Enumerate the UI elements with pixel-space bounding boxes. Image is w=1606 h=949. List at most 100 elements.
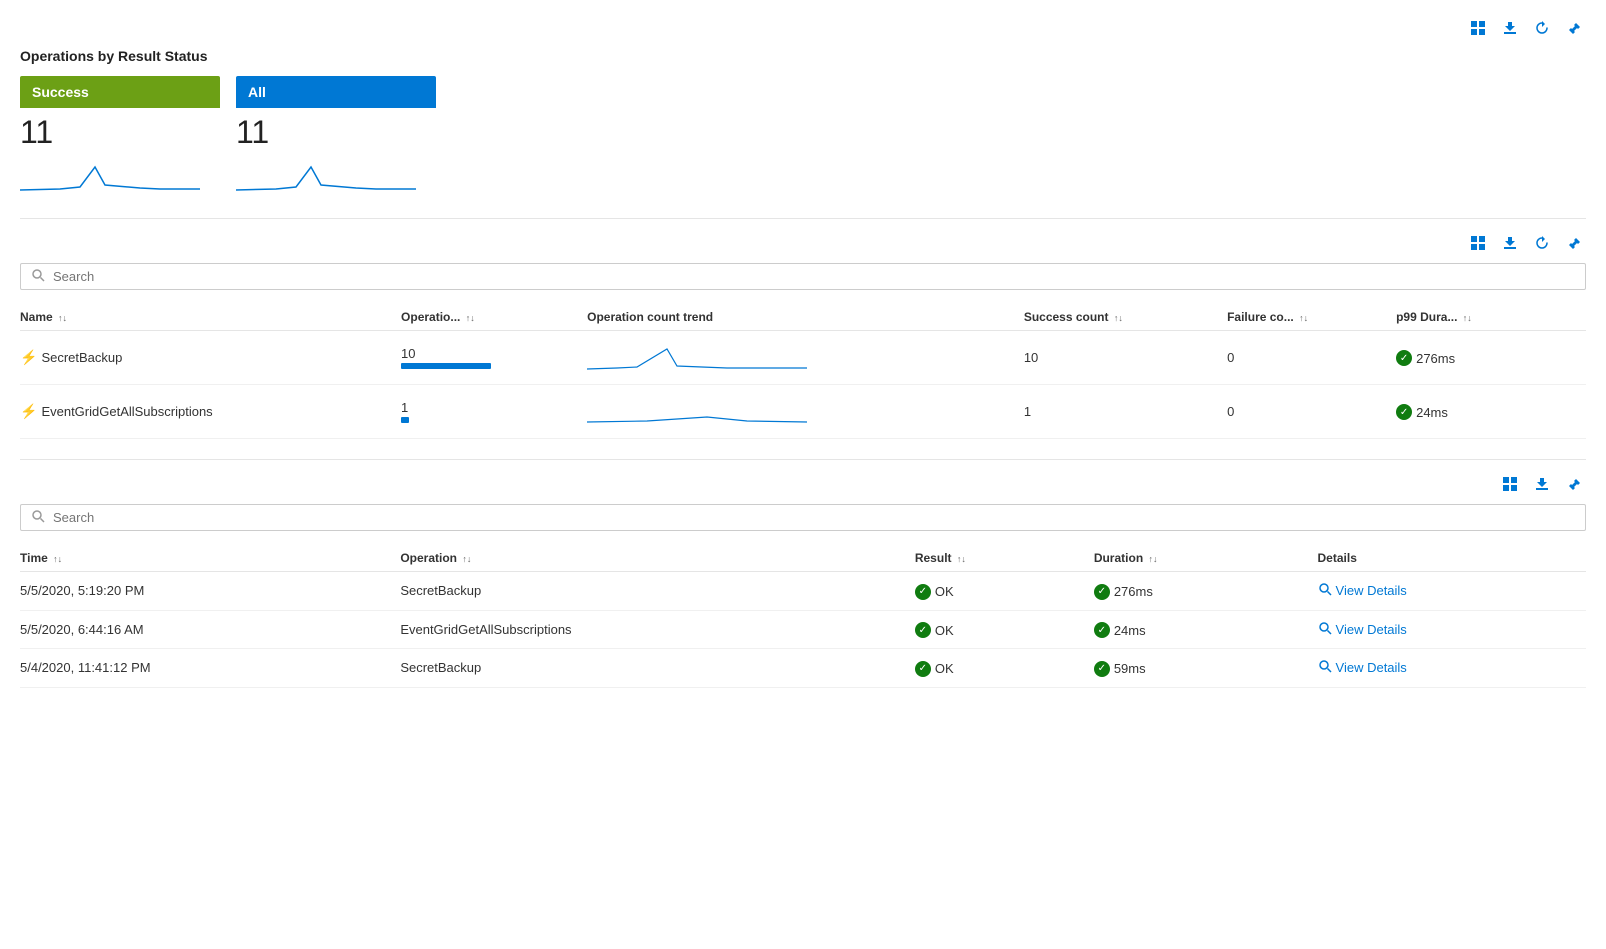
failure-count-cell: 0 — [1227, 331, 1396, 385]
download-icon-2[interactable] — [1498, 231, 1522, 255]
p99-cell: ✓276ms — [1396, 331, 1586, 385]
result-cell: ✓OK — [915, 649, 1094, 688]
col-header-trend[interactable]: Operation count trend — [587, 304, 1024, 331]
status-cards: Success 11 All 11 — [20, 76, 1586, 198]
time-cell: 5/5/2020, 6:44:16 AM — [20, 610, 400, 649]
time-cell: 5/4/2020, 11:41:12 PM — [20, 649, 400, 688]
details-cell[interactable]: View Details — [1318, 649, 1586, 688]
result-cell: ✓OK — [915, 610, 1094, 649]
view-details-link[interactable]: View Details — [1318, 621, 1578, 638]
success-card-label: Success — [20, 76, 220, 108]
duration-cell: ✓276ms — [1094, 572, 1318, 611]
op-name-cell[interactable]: ⚡SecretBackup — [20, 331, 401, 385]
col-header-name[interactable]: Name ↑↓ — [20, 304, 401, 331]
result-check-circle: ✓ — [915, 661, 931, 677]
duration-check-circle: ✓ — [1094, 584, 1110, 600]
sort-icon-operation[interactable]: ↑↓ — [462, 554, 471, 564]
divider-2 — [20, 459, 1586, 460]
sort-icon-name[interactable]: ↑↓ — [58, 313, 67, 323]
op-count-cell: 10 — [401, 331, 587, 385]
magnifier-icon — [1318, 659, 1332, 676]
search-icon-1 — [31, 268, 45, 285]
col-header-result[interactable]: Result ↑↓ — [915, 545, 1094, 572]
view-details-link[interactable]: View Details — [1318, 659, 1578, 676]
sort-icon-result[interactable]: ↑↓ — [957, 554, 966, 564]
col-header-duration[interactable]: Duration ↑↓ — [1094, 545, 1318, 572]
result-check-circle: ✓ — [915, 584, 931, 600]
magnifier-icon — [1318, 621, 1332, 638]
table-row: ⚡EventGridGetAllSubscriptions110✓24ms — [20, 385, 1586, 439]
details-cell[interactable]: View Details — [1318, 610, 1586, 649]
operation-cell: EventGridGetAllSubscriptions — [400, 610, 915, 649]
operations-search-bar[interactable] — [20, 263, 1586, 290]
sort-icon-duration[interactable]: ↑↓ — [1149, 554, 1158, 564]
duration-check-circle: ✓ — [1094, 661, 1110, 677]
sort-icon-time[interactable]: ↑↓ — [53, 554, 62, 564]
op-count-cell: 1 — [401, 385, 587, 439]
bolt-icon: ⚡ — [20, 349, 37, 366]
duration-cell: ✓24ms — [1094, 610, 1318, 649]
col-header-time[interactable]: Time ↑↓ — [20, 545, 400, 572]
trend-cell — [587, 385, 1024, 439]
col-header-opcount[interactable]: Operatio... ↑↓ — [401, 304, 587, 331]
download-icon-3[interactable] — [1530, 472, 1554, 496]
bolt-icon: ⚡ — [20, 403, 37, 420]
list-item: 5/4/2020, 11:41:12 PMSecretBackup✓OK✓59m… — [20, 649, 1586, 688]
mini-bar — [401, 363, 491, 369]
col-header-success[interactable]: Success count ↑↓ — [1024, 304, 1227, 331]
col-header-details: Details — [1318, 545, 1586, 572]
duration-check-circle: ✓ — [1094, 622, 1110, 638]
all-card[interactable]: All 11 — [236, 76, 436, 198]
list-item: 5/5/2020, 5:19:20 PMSecretBackup✓OK✓276m… — [20, 572, 1586, 611]
page-title: Operations by Result Status — [20, 48, 1586, 64]
duration-cell: ✓59ms — [1094, 649, 1318, 688]
refresh-icon-1[interactable] — [1530, 16, 1554, 40]
result-check-circle: ✓ — [915, 622, 931, 638]
check-circle: ✓ — [1396, 404, 1412, 420]
col-header-failure[interactable]: Failure co... ↑↓ — [1227, 304, 1396, 331]
details-cell[interactable]: View Details — [1318, 572, 1586, 611]
mini-bar — [401, 417, 409, 423]
grid-icon-2[interactable] — [1466, 231, 1490, 255]
success-card[interactable]: Success 11 — [20, 76, 220, 198]
sort-icon-opcount[interactable]: ↑↓ — [466, 313, 475, 323]
trend-sparkline — [587, 341, 807, 371]
table-row: ⚡SecretBackup10100✓276ms — [20, 331, 1586, 385]
search-icon-2 — [31, 509, 45, 526]
all-card-label: All — [236, 76, 436, 108]
success-sparkline — [20, 155, 200, 195]
operation-cell: SecretBackup — [400, 572, 915, 611]
all-sparkline — [236, 155, 416, 195]
sort-icon-success[interactable]: ↑↓ — [1114, 313, 1123, 323]
operations-list-table: Time ↑↓ Operation ↑↓ Result ↑↓ Duration … — [20, 545, 1586, 688]
view-details-link[interactable]: View Details — [1318, 582, 1578, 599]
success-count-cell: 10 — [1024, 331, 1227, 385]
op-name-cell[interactable]: ⚡EventGridGetAllSubscriptions — [20, 385, 401, 439]
trend-cell — [587, 331, 1024, 385]
pin-icon-1[interactable] — [1562, 16, 1586, 40]
col-header-p99[interactable]: p99 Dura... ↑↓ — [1396, 304, 1586, 331]
time-cell: 5/5/2020, 5:19:20 PM — [20, 572, 400, 611]
sort-icon-p99[interactable]: ↑↓ — [1463, 313, 1472, 323]
all-card-count: 11 — [236, 108, 436, 155]
list-search-input[interactable] — [53, 510, 1575, 525]
trend-sparkline — [587, 395, 807, 425]
grid-icon-3[interactable] — [1498, 472, 1522, 496]
download-icon-1[interactable] — [1498, 16, 1522, 40]
success-count-cell: 1 — [1024, 385, 1227, 439]
refresh-icon-2[interactable] — [1530, 231, 1554, 255]
pin-icon-2[interactable] — [1562, 231, 1586, 255]
divider-1 — [20, 218, 1586, 219]
p99-cell: ✓24ms — [1396, 385, 1586, 439]
operations-search-input[interactable] — [53, 269, 1575, 284]
failure-count-cell: 0 — [1227, 385, 1396, 439]
operation-cell: SecretBackup — [400, 649, 915, 688]
grid-icon-1[interactable] — [1466, 16, 1490, 40]
col-header-operation[interactable]: Operation ↑↓ — [400, 545, 915, 572]
result-cell: ✓OK — [915, 572, 1094, 611]
pin-icon-3[interactable] — [1562, 472, 1586, 496]
check-circle: ✓ — [1396, 350, 1412, 366]
list-search-bar[interactable] — [20, 504, 1586, 531]
sort-icon-failure[interactable]: ↑↓ — [1299, 313, 1308, 323]
list-item: 5/5/2020, 6:44:16 AMEventGridGetAllSubsc… — [20, 610, 1586, 649]
